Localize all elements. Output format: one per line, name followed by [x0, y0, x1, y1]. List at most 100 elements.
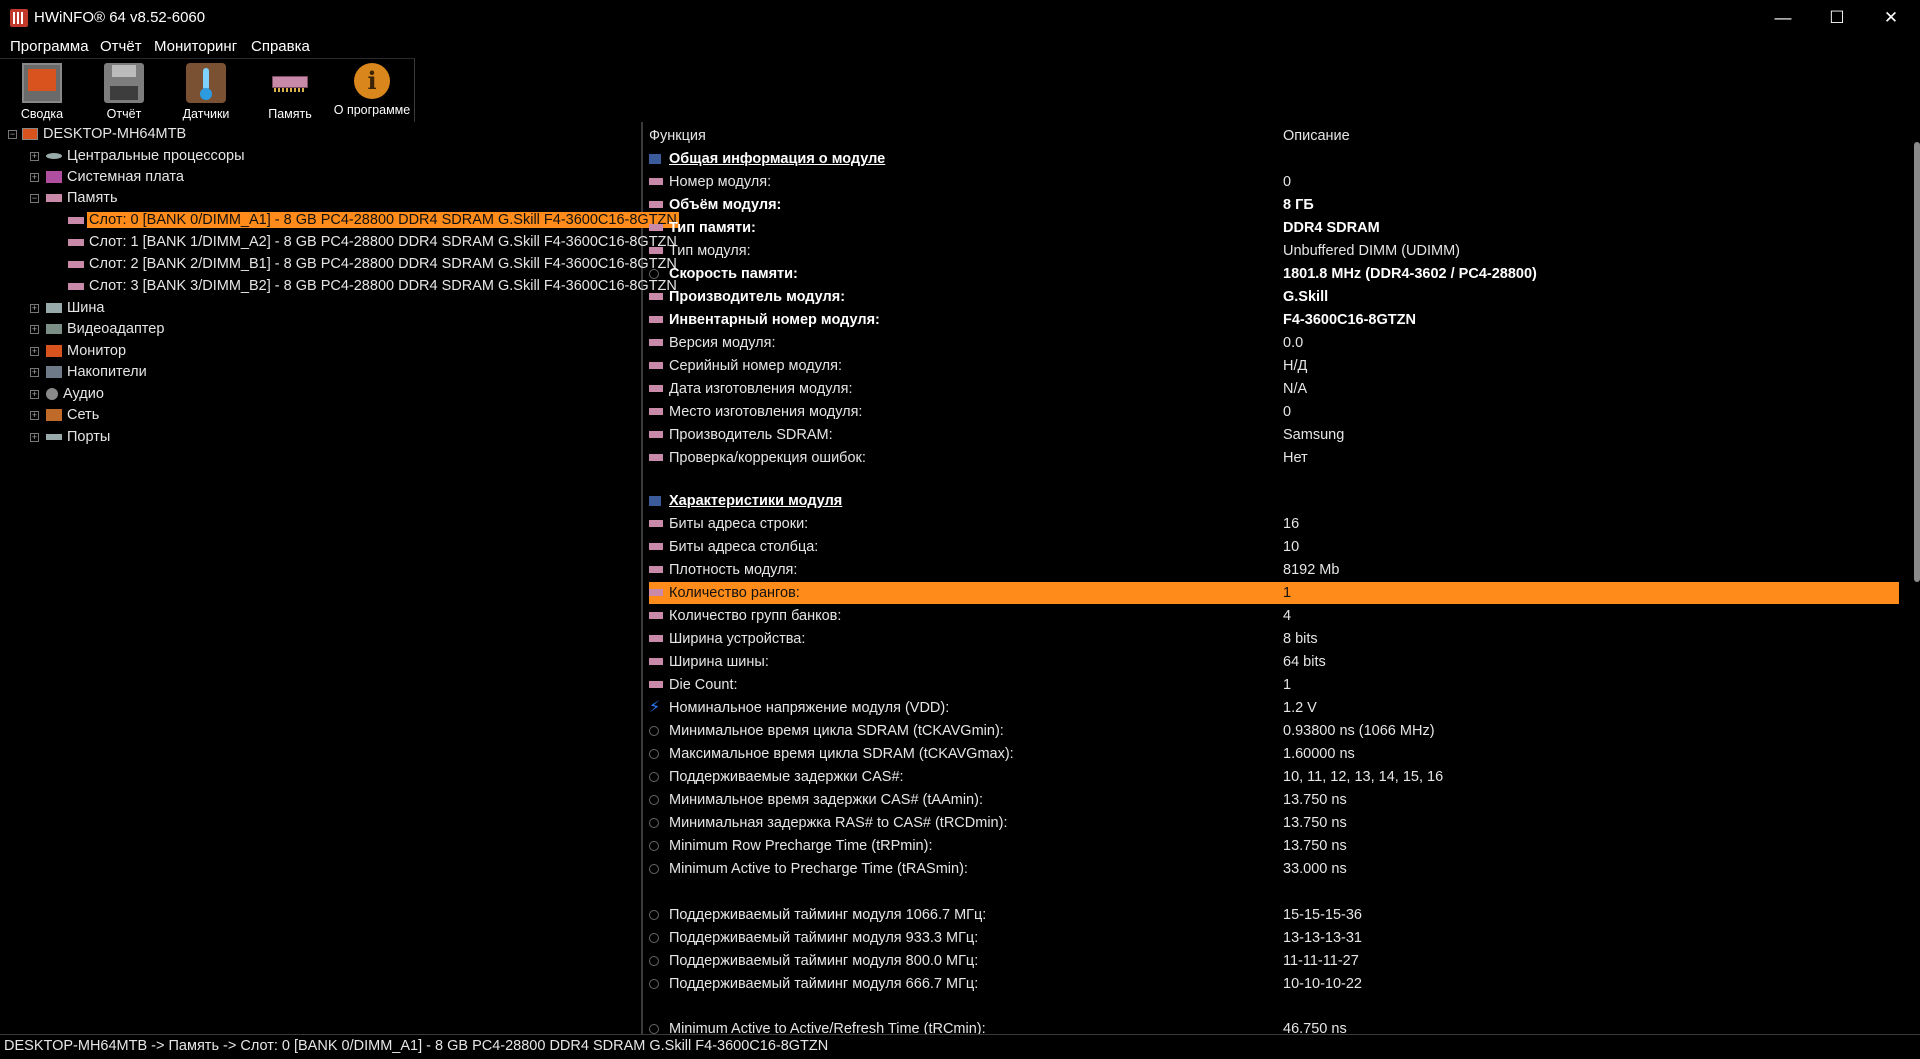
tree-item-slot-1[interactable]: Слот: 1 [BANK 1/DIMM_A2] - 8 GB PC4-2880…: [68, 232, 677, 252]
description-value: 0.0: [1283, 335, 1304, 351]
network-icon: [46, 409, 62, 422]
detail-row[interactable]: Ширина шины: 64 bits: [649, 651, 1920, 673]
expand-toggle[interactable]: +: [30, 390, 39, 399]
computer-icon: [22, 128, 38, 141]
menu-program[interactable]: Программа: [10, 38, 89, 55]
column-header-description[interactable]: Описание: [1283, 128, 1350, 144]
function-label: Минимальное время задержки CAS# (tAAmin)…: [669, 792, 983, 808]
section-header[interactable]: Характеристики модуля: [649, 490, 1920, 512]
maximize-button[interactable]: ☐: [1810, 0, 1864, 36]
description-value: N/A: [1283, 381, 1308, 397]
description-value: 8 bits: [1283, 631, 1318, 647]
detail-row[interactable]: Номер модуля: 0: [649, 171, 1920, 193]
detail-row[interactable]: Количество групп банков: 4: [649, 605, 1920, 627]
section-header[interactable]: Общая информация о модуле: [649, 148, 1920, 170]
detail-row[interactable]: Инвентарный номер модуля: F4-3600C16-8GTZ…: [649, 309, 1920, 331]
collapse-toggle[interactable]: −: [30, 194, 39, 203]
expand-toggle[interactable]: +: [30, 411, 39, 420]
tree-item-motherboard[interactable]: + Системная плата: [30, 167, 184, 187]
tree-item-label: Накопители: [67, 364, 147, 380]
expand-toggle[interactable]: +: [30, 368, 39, 377]
detail-row[interactable]: Производитель SDRAM: Samsung: [649, 424, 1920, 446]
column-header-function[interactable]: Функция: [649, 128, 706, 144]
tree-item-slot-2[interactable]: Слот: 2 [BANK 2/DIMM_B1] - 8 GB PC4-2880…: [68, 254, 677, 274]
detail-row[interactable]: Minimum Active to Active/Refresh Time (t…: [649, 1018, 1920, 1034]
menu-help[interactable]: Справка: [251, 38, 310, 55]
tree-item-slot-3[interactable]: Слот: 3 [BANK 3/DIMM_B2] - 8 GB PC4-2880…: [68, 276, 677, 296]
tree-item-audio[interactable]: + Аудио: [30, 384, 104, 404]
detail-row[interactable]: ⚡ Номинальное напряжение модуля (VDD): 1.2…: [649, 697, 1920, 719]
ram-icon: [649, 520, 663, 527]
tree-item-memory[interactable]: − Память: [30, 188, 118, 208]
detail-row[interactable]: Место изготовления модуля: 0: [649, 401, 1920, 423]
port-icon: [46, 434, 62, 441]
detail-row[interactable]: Производитель модуля: G.Skill: [649, 286, 1920, 308]
title-bar: HWiNFO® 64 v8.52-6060 — ☐ ✕: [0, 0, 1920, 36]
tree-item-network[interactable]: + Сеть: [30, 405, 99, 425]
detail-row[interactable]: Минимальное время цикла SDRAM (tCKAVGmin…: [649, 720, 1920, 742]
menu-monitoring[interactable]: Мониторинг: [154, 38, 237, 55]
detail-row[interactable]: Поддерживаемые задержки CAS#: 10, 11, 12,…: [649, 766, 1920, 788]
tree-item-cpu[interactable]: + Центральные процессоры: [30, 146, 245, 166]
tree-item-slot-0[interactable]: Слот: 0 [BANK 0/DIMM_A1] - 8 GB PC4-2880…: [68, 210, 679, 230]
collapse-toggle[interactable]: −: [8, 130, 17, 139]
tree-item-video[interactable]: + Видеоадаптер: [30, 319, 164, 339]
function-label: Поддерживаемые задержки CAS#:: [669, 769, 904, 785]
sensors-button[interactable]: Датчики: [166, 61, 246, 121]
detail-row[interactable]: Проверка/коррекция ошибок: Нет: [649, 447, 1920, 469]
tree-item-bus[interactable]: + Шина: [30, 298, 104, 318]
detail-row[interactable]: Биты адреса строки: 16: [649, 513, 1920, 535]
memory-button[interactable]: Память: [250, 61, 330, 121]
detail-row[interactable]: Минимальное время задержки CAS# (tAAmin)…: [649, 789, 1920, 811]
detail-row[interactable]: Ширина устройства: 8 bits: [649, 628, 1920, 650]
expand-toggle[interactable]: +: [30, 304, 39, 313]
expand-toggle[interactable]: +: [30, 433, 39, 442]
tree-item-monitor[interactable]: + Монитор: [30, 341, 126, 361]
function-label: Количество рангов:: [669, 585, 800, 601]
close-button[interactable]: ✕: [1864, 0, 1918, 36]
menu-report[interactable]: Отчёт: [100, 38, 142, 55]
detail-row[interactable]: Тип модуля: Unbuffered DIMM (UDIMM): [649, 240, 1920, 262]
clock-icon: [649, 956, 659, 966]
detail-row[interactable]: Поддерживаемый тайминг модуля 1066.7 МГц…: [649, 904, 1920, 926]
description-value: 13.750 ns: [1283, 815, 1347, 831]
detail-row[interactable]: Биты адреса столбца: 10: [649, 536, 1920, 558]
expand-toggle[interactable]: +: [30, 152, 39, 161]
tree-item-ports[interactable]: + Порты: [30, 427, 110, 447]
detail-row[interactable]: Тип памяти: DDR4 SDRAM: [649, 217, 1920, 239]
description-value: G.Skill: [1283, 289, 1329, 305]
clock-icon: [649, 1024, 659, 1034]
detail-row[interactable]: Объём модуля: 8 ГБ: [649, 194, 1920, 216]
function-label: Minimum Row Precharge Time (tRPmin):: [669, 838, 933, 854]
detail-row[interactable]: Minimum Active to Precharge Time (tRASmi…: [649, 858, 1920, 880]
detail-row[interactable]: Минимальная задержка RAS# to CAS# (tRCDm…: [649, 812, 1920, 834]
detail-row[interactable]: Плотность модуля: 8192 Mb: [649, 559, 1920, 581]
detail-row[interactable]: Версия модуля: 0.0: [649, 332, 1920, 354]
expand-toggle[interactable]: +: [30, 347, 39, 356]
tree-root[interactable]: − DESKTOP-MH64MTB: [8, 124, 186, 144]
section-icon: [649, 154, 661, 164]
detail-row[interactable]: Поддерживаемый тайминг модуля 800.0 МГц:…: [649, 950, 1920, 972]
graphics-card-icon: [46, 324, 62, 335]
memory-icon: [46, 194, 62, 203]
detail-row[interactable]: Серийный номер модуля: Н/Д: [649, 355, 1920, 377]
detail-row[interactable]: Minimum Row Precharge Time (tRPmin): 13.7…: [649, 835, 1920, 857]
detail-row[interactable]: Поддерживаемый тайминг модуля 933.3 МГц:…: [649, 927, 1920, 949]
description-value: 15-15-15-36: [1283, 907, 1362, 923]
clock-icon: [649, 749, 659, 759]
description-value: DDR4 SDRAM: [1283, 220, 1380, 236]
ram-icon: [649, 339, 663, 346]
detail-row[interactable]: Поддерживаемый тайминг модуля 666.7 МГц:…: [649, 973, 1920, 995]
detail-row[interactable]: Максимальное время цикла SDRAM (tCKAVGma…: [649, 743, 1920, 765]
detail-row[interactable]: Дата изготовления модуля: N/A: [649, 378, 1920, 400]
expand-toggle[interactable]: +: [30, 325, 39, 334]
minimize-button[interactable]: —: [1756, 0, 1810, 36]
detail-row[interactable]: Скорость памяти: 1801.8 MHz (DDR4-3602 / …: [649, 263, 1920, 285]
report-button[interactable]: Отчёт: [84, 61, 164, 121]
about-button[interactable]: О программе: [332, 61, 412, 121]
detail-row-selected[interactable]: Количество рангов: 1: [649, 582, 1899, 604]
summary-button[interactable]: Сводка: [2, 61, 82, 121]
detail-row[interactable]: Die Count: 1: [649, 674, 1920, 696]
tree-item-storage[interactable]: + Накопители: [30, 362, 147, 382]
expand-toggle[interactable]: +: [30, 173, 39, 182]
